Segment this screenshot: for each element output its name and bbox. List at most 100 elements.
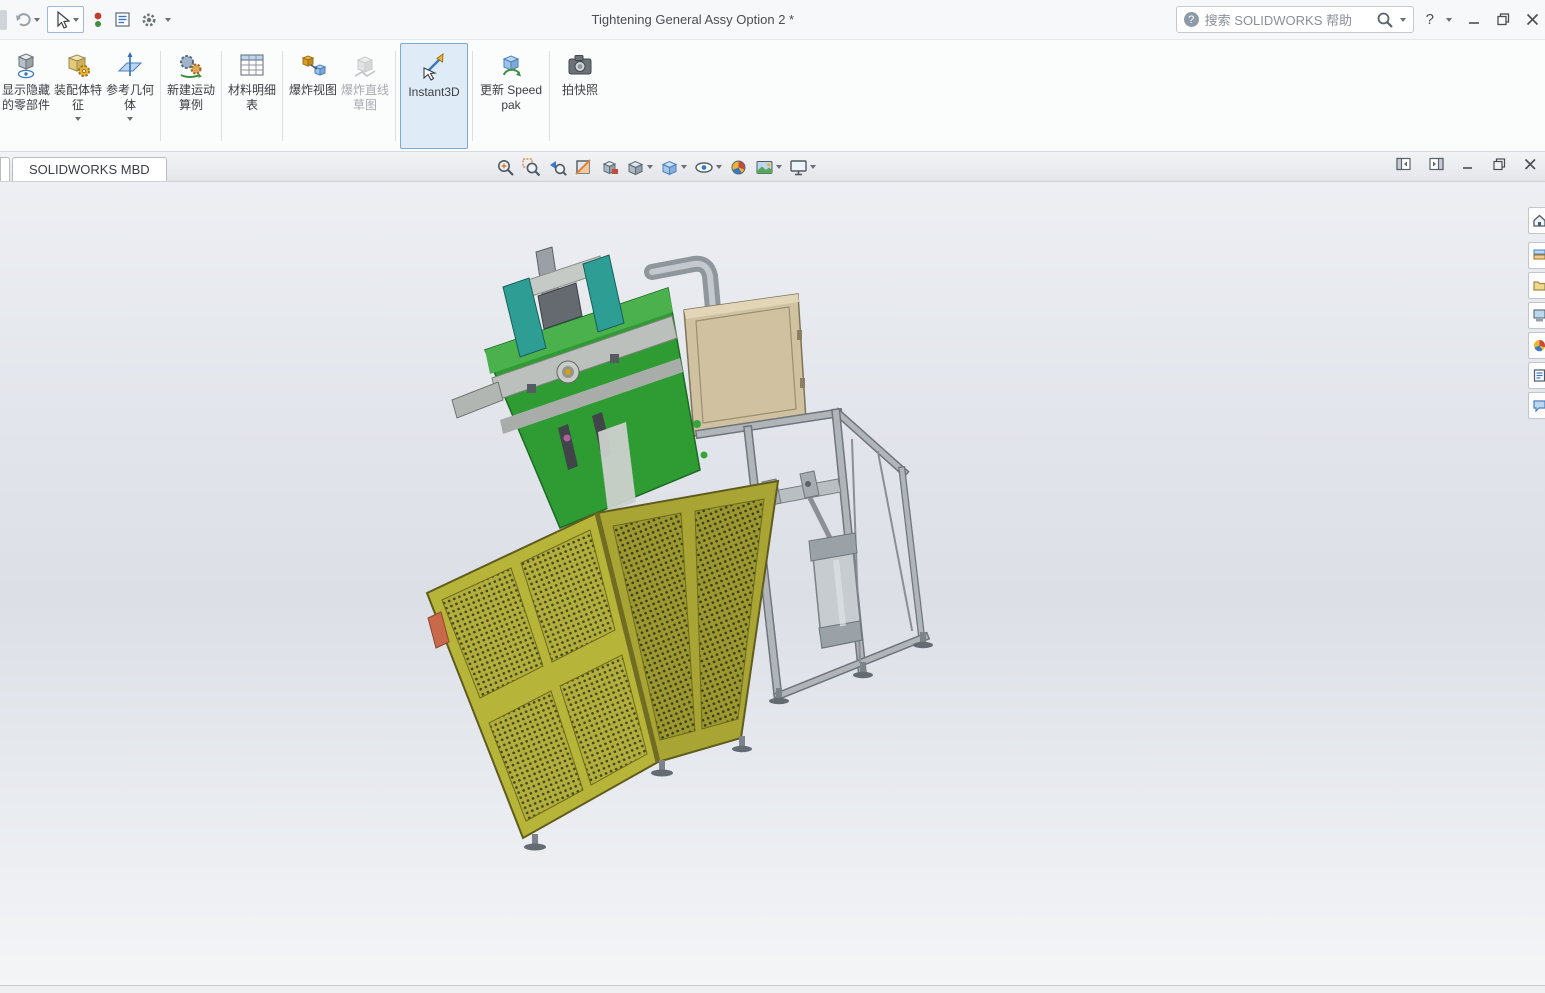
- home-icon: [1532, 213, 1545, 228]
- search-icon[interactable]: [1376, 11, 1394, 29]
- resources-chat-icon: [1532, 398, 1545, 413]
- search-input[interactable]: 搜索 SOLIDWORKS 帮助: [1205, 10, 1370, 29]
- display-style-icon: [660, 158, 679, 177]
- titlebar: Tightening General Assy Option 2 * ? 搜索 …: [0, 0, 1545, 40]
- custom-properties-button[interactable]: [1528, 362, 1545, 389]
- zoom-to-area-icon: [522, 158, 541, 177]
- ribbon-button-label: 爆炸直线草图: [341, 83, 389, 113]
- search-dropdown-caret[interactable]: [1400, 18, 1406, 22]
- assembly-features-dropdown-caret[interactable]: [75, 117, 81, 121]
- section-view-icon: [574, 158, 593, 177]
- help-button[interactable]: ?: [1426, 11, 1434, 28]
- clipped-toolbar-icon[interactable]: [0, 10, 7, 30]
- document-minimize-button[interactable]: [1462, 158, 1475, 171]
- home-tab-button[interactable]: [1528, 207, 1545, 234]
- model-3d: [0, 182, 1545, 985]
- search-box[interactable]: ? 搜索 SOLIDWORKS 帮助: [1176, 6, 1414, 33]
- display-style-button[interactable]: [659, 155, 688, 179]
- ribbon-separator: [221, 51, 222, 141]
- instant3d-button[interactable]: Instant3D: [400, 43, 468, 149]
- select-tool-button[interactable]: [47, 6, 84, 33]
- close-button[interactable]: [1526, 13, 1539, 26]
- search-help-icon: ?: [1184, 12, 1199, 27]
- apply-scene-caret[interactable]: [776, 165, 782, 169]
- undo-dropdown-caret[interactable]: [34, 18, 40, 22]
- restore-button[interactable]: [1497, 13, 1510, 26]
- window-title: Tightening General Assy Option 2 *: [250, 12, 1176, 27]
- zoom-to-area-button[interactable]: [521, 155, 542, 179]
- cmdmanager-tabs: SOLIDWORKS MBD: [0, 157, 167, 181]
- bill-of-materials-button[interactable]: 材料明细表: [226, 43, 278, 149]
- solidworks-resources-button[interactable]: [1528, 392, 1545, 419]
- collapse-pane-left-button[interactable]: [1396, 157, 1411, 171]
- options-button[interactable]: [138, 7, 160, 33]
- design-library-button[interactable]: [1528, 242, 1545, 269]
- document-window-controls: [1396, 157, 1537, 171]
- exploded-view-button[interactable]: 爆炸视图: [287, 43, 339, 149]
- headsup-view-toolbar: [495, 155, 817, 179]
- view-settings-button[interactable]: [788, 155, 817, 179]
- ribbon-button-label: 新建运动算例: [167, 83, 215, 113]
- help-dropdown-caret[interactable]: [1446, 18, 1452, 22]
- display-style-caret[interactable]: [681, 165, 687, 169]
- collapse-pane-right-button[interactable]: [1429, 157, 1444, 171]
- instant3d-icon: [417, 50, 451, 82]
- ribbon-separator: [282, 51, 283, 141]
- quick-access-toolbar: [0, 6, 250, 33]
- view-settings-caret[interactable]: [810, 165, 816, 169]
- show-hidden-components-button[interactable]: 显示隐藏的零部件: [0, 43, 52, 149]
- view-palette-button[interactable]: [1528, 302, 1545, 329]
- ribbon-button-label: 装配体特征: [54, 83, 102, 113]
- select-dropdown-caret[interactable]: [73, 18, 79, 22]
- document-bar: SOLIDWORKS MBD: [0, 152, 1545, 182]
- appearances-button[interactable]: [1528, 332, 1545, 359]
- new-motion-study-button[interactable]: 新建运动算例: [165, 43, 217, 149]
- assembly-features-button[interactable]: 装配体特征: [52, 43, 104, 149]
- status-bar: [0, 985, 1545, 993]
- apply-scene-button[interactable]: [754, 155, 783, 179]
- zoom-to-fit-button[interactable]: [495, 155, 516, 179]
- document-list-button[interactable]: [112, 7, 133, 33]
- update-speedpak-button[interactable]: 更新 Speedpak: [477, 43, 545, 149]
- view-orientation-icon: [626, 158, 645, 177]
- clipped-tab[interactable]: [0, 157, 10, 181]
- options-dropdown-caret[interactable]: [165, 18, 171, 22]
- section-view-button[interactable]: [573, 155, 594, 179]
- gear-icon: [140, 11, 158, 29]
- ribbon-button-label: 更新 Speedpak: [479, 83, 543, 113]
- dynamic-annotation-views-button[interactable]: [599, 155, 620, 179]
- file-explorer-button[interactable]: [1528, 272, 1545, 299]
- ribbon-separator: [160, 51, 161, 141]
- view-orientation-caret[interactable]: [647, 165, 653, 169]
- take-snapshot-button[interactable]: 拍快照: [554, 43, 606, 149]
- show-hidden-components-icon: [11, 50, 41, 80]
- document-restore-button[interactable]: [1493, 158, 1506, 171]
- hide-show-items-button[interactable]: [693, 155, 723, 179]
- undo-icon: [14, 11, 32, 29]
- bill-of-materials-icon: [237, 50, 267, 80]
- undo-button[interactable]: [12, 7, 42, 33]
- status-dots-button[interactable]: [89, 7, 107, 33]
- edit-appearance-button[interactable]: [728, 155, 749, 179]
- ribbon-button-label: 显示隐藏的零部件: [2, 83, 50, 113]
- new-motion-study-icon: [176, 50, 206, 80]
- viewport-3d[interactable]: [0, 182, 1545, 985]
- minimize-button[interactable]: [1468, 13, 1481, 26]
- hide-show-items-icon: [694, 158, 714, 177]
- solidworks-window: Tightening General Assy Option 2 * ? 搜索 …: [0, 0, 1545, 993]
- tab-solidworks-mbd[interactable]: SOLIDWORKS MBD: [12, 157, 167, 181]
- assembly-features-icon: [63, 50, 93, 80]
- red-green-dots-icon: [91, 11, 105, 29]
- document-close-button[interactable]: [1524, 158, 1537, 171]
- view-orientation-button[interactable]: [625, 155, 654, 179]
- edit-appearance-icon: [729, 158, 748, 177]
- previous-view-button[interactable]: [547, 155, 568, 179]
- reference-geometry-dropdown-caret[interactable]: [127, 117, 133, 121]
- custom-properties-icon: [1532, 368, 1545, 383]
- ribbon-button-label: 材料明细表: [228, 83, 276, 113]
- view-settings-icon: [789, 158, 808, 177]
- take-snapshot-icon: [565, 50, 595, 80]
- reference-geometry-button[interactable]: 参考几何体: [104, 43, 156, 149]
- view-palette-icon: [1532, 308, 1545, 323]
- hide-show-items-caret[interactable]: [716, 165, 722, 169]
